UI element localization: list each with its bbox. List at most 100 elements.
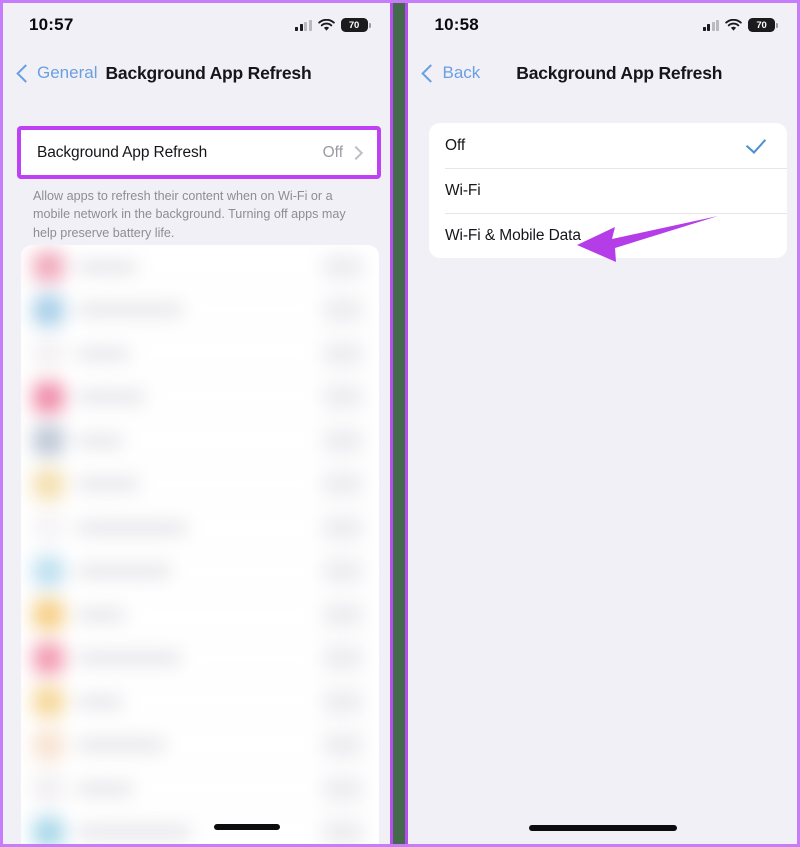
- home-indicator: [528, 825, 677, 831]
- app-refresh-toggle[interactable]: [321, 341, 365, 366]
- back-label: General: [37, 63, 98, 82]
- app-icon: [33, 338, 64, 370]
- home-indicator: [213, 824, 280, 830]
- app-list-item[interactable]: [21, 724, 379, 768]
- checkmark-icon: [745, 133, 767, 154]
- app-icon: [33, 555, 64, 587]
- status-icon-group: 70: [295, 18, 371, 32]
- app-name-label: [76, 435, 124, 446]
- app-list-item[interactable]: [21, 593, 379, 637]
- panel-divider: [389, 3, 409, 844]
- option-label: Off: [445, 136, 466, 154]
- app-name-label: [76, 653, 182, 664]
- app-refresh-toggle[interactable]: [321, 646, 365, 671]
- cellular-signal-icon: [295, 19, 312, 31]
- app-name-label: [76, 696, 124, 707]
- app-refresh-toggle[interactable]: [321, 559, 365, 584]
- screenshot-frame: 10:57 70 General Background App Refresh …: [0, 0, 800, 847]
- app-icon: [33, 294, 64, 326]
- app-icon: [33, 773, 64, 805]
- app-list-card: [21, 245, 379, 844]
- right-status-bar: 10:58 70: [408, 3, 797, 47]
- app-list-blurred-content: [21, 245, 379, 844]
- app-icon: [33, 425, 64, 457]
- back-to-general-button[interactable]: General: [16, 63, 98, 83]
- background-app-refresh-row[interactable]: Background App Refresh Off: [21, 130, 377, 175]
- app-name-label: [76, 392, 146, 403]
- app-name-label: [76, 348, 130, 359]
- app-list-item[interactable]: [21, 419, 379, 463]
- chevron-left-icon: [16, 63, 35, 83]
- option-label: Wi-Fi: [445, 181, 481, 199]
- app-icon: [33, 729, 64, 761]
- battery-icon: 70: [340, 18, 371, 32]
- cellular-signal-icon: [702, 19, 719, 31]
- app-list-item[interactable]: [21, 680, 379, 724]
- row-value-group: Off: [322, 143, 364, 162]
- row-value: Off: [322, 143, 343, 161]
- app-name-label: [76, 566, 172, 577]
- chevron-left-icon: [421, 63, 441, 83]
- app-list-item[interactable]: [21, 506, 379, 550]
- app-refresh-toggle[interactable]: [321, 428, 365, 453]
- right-nav-bar: Back Background App Refresh: [408, 47, 797, 99]
- app-name-label: [76, 827, 192, 838]
- row-label: Background App Refresh: [37, 143, 208, 161]
- app-list-item[interactable]: [21, 289, 379, 333]
- left-status-bar: 10:57 70: [3, 3, 390, 47]
- app-refresh-toggle[interactable]: [321, 776, 365, 801]
- app-icon: [33, 468, 64, 500]
- background-refresh-description: Allow apps to refresh their content when…: [33, 189, 346, 240]
- app-refresh-toggle[interactable]: [321, 602, 365, 627]
- back-button[interactable]: Back: [421, 63, 481, 83]
- app-refresh-toggle[interactable]: [321, 254, 365, 279]
- app-name-label: [76, 609, 126, 620]
- status-clock: 10:57: [29, 15, 74, 34]
- status-icon-group: 70: [702, 18, 778, 32]
- app-name-label: [76, 305, 184, 316]
- app-icon: [33, 642, 64, 674]
- page-title: Background App Refresh: [105, 62, 312, 83]
- chevron-right-icon: [348, 145, 364, 160]
- left-nav-bar: General Background App Refresh: [3, 47, 390, 99]
- left-phone-panel: 10:57 70 General Background App Refresh …: [3, 3, 390, 844]
- refresh-option-row[interactable]: Wi-Fi: [429, 168, 787, 213]
- app-refresh-toggle[interactable]: [321, 733, 365, 758]
- battery-level-label: 70: [348, 19, 360, 31]
- app-list-item[interactable]: [21, 463, 379, 507]
- app-refresh-toggle[interactable]: [321, 820, 365, 844]
- option-label: Wi-Fi & Mobile Data: [445, 226, 581, 244]
- app-list-item[interactable]: [21, 811, 379, 844]
- battery-icon: 70: [748, 18, 778, 32]
- app-refresh-toggle[interactable]: [321, 472, 365, 497]
- status-clock: 10:58: [434, 15, 479, 34]
- app-list-item[interactable]: [21, 767, 379, 811]
- app-list-item[interactable]: [21, 332, 379, 376]
- app-refresh-toggle[interactable]: [321, 515, 365, 540]
- app-icon: [33, 251, 64, 283]
- app-icon: [33, 512, 64, 544]
- app-icon: [33, 599, 64, 631]
- app-name-label: [76, 783, 134, 794]
- app-icon: [33, 381, 64, 413]
- app-list-item[interactable]: [21, 550, 379, 594]
- app-name-label: [76, 479, 140, 490]
- app-list-item[interactable]: [21, 245, 379, 289]
- refresh-option-row[interactable]: Wi-Fi & Mobile Data: [429, 213, 787, 258]
- app-refresh-toggle[interactable]: [321, 298, 365, 323]
- wifi-icon: [317, 18, 335, 31]
- background-app-refresh-highlight: Background App Refresh Off: [17, 126, 381, 179]
- page-title: Background App Refresh: [516, 62, 723, 83]
- back-label: Back: [442, 63, 481, 82]
- refresh-option-row[interactable]: Off: [429, 123, 787, 168]
- battery-level-label: 70: [756, 19, 767, 31]
- app-refresh-toggle[interactable]: [321, 689, 365, 714]
- wifi-icon: [725, 18, 742, 31]
- refresh-options-card: Off Wi-Fi Wi-Fi & Mobile Data: [429, 123, 787, 258]
- app-icon: [33, 816, 64, 844]
- app-refresh-toggle[interactable]: [321, 385, 365, 410]
- app-name-label: [76, 740, 166, 751]
- app-name-label: [76, 261, 138, 272]
- app-list-item[interactable]: [21, 637, 379, 681]
- app-list-item[interactable]: [21, 376, 379, 420]
